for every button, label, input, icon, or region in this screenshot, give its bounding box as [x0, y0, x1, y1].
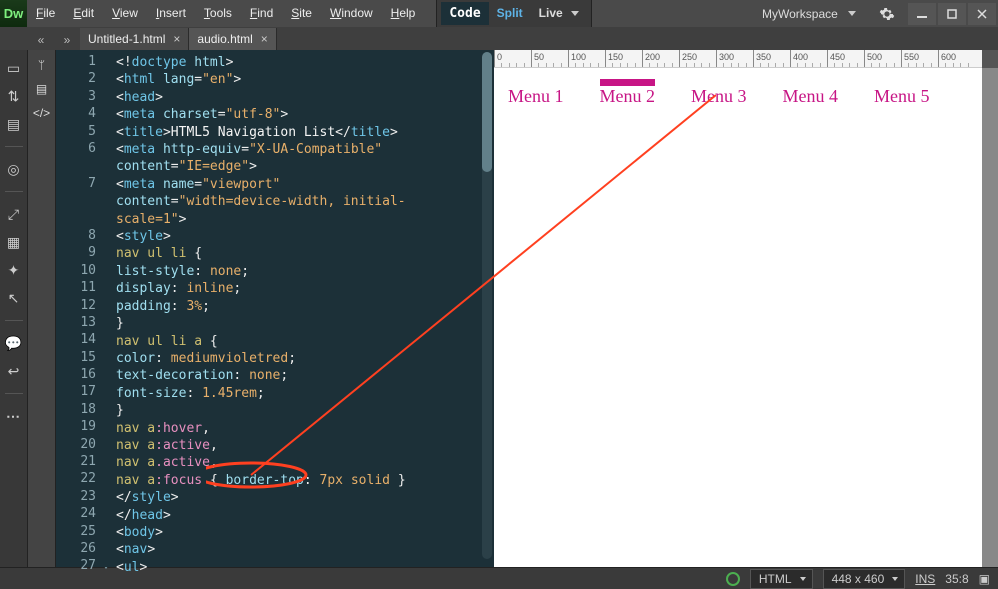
app-logo[interactable]: Dw	[0, 0, 27, 27]
menu-window[interactable]: Window	[321, 0, 382, 27]
source-code-icon[interactable]: </>	[33, 106, 50, 120]
preview-nav-link[interactable]: Menu 5	[874, 86, 930, 107]
line-gutter[interactable]: 1234567891011121314151617181920212223242…	[56, 50, 102, 567]
workspace-switcher[interactable]: MyWorkspace	[754, 0, 874, 27]
preview-nav-link[interactable]: Menu 1	[508, 86, 564, 107]
file-new-icon[interactable]: ▭	[4, 58, 24, 78]
code-editor-pane: 1234567891011121314151617181920212223242…	[56, 50, 494, 567]
view-code-button[interactable]: Code	[441, 2, 488, 25]
preview-resize-handle[interactable]	[982, 50, 998, 68]
comment-icon[interactable]: 💬	[4, 333, 24, 353]
menu-find[interactable]: Find	[241, 0, 282, 27]
main-menu-bar: FileEditViewInsertToolsFindSiteWindowHel…	[27, 0, 424, 27]
menu-tools[interactable]: Tools	[195, 0, 241, 27]
window-close-icon[interactable]	[968, 3, 996, 25]
window-minimize-icon[interactable]	[908, 3, 936, 25]
dom-tree-icon[interactable]: ᛘ	[38, 58, 45, 72]
document-tab-bar: Untitled-1.html×audio.html×	[0, 27, 998, 50]
live-preview-pane: 050100150200250300350400450500550600 Men…	[494, 50, 998, 567]
view-switch: Code Split Live	[436, 0, 591, 27]
horizontal-ruler: 050100150200250300350400450500550600	[494, 50, 998, 68]
panel-collapse-left-icon[interactable]: «	[28, 29, 54, 50]
close-tab-icon[interactable]: ×	[261, 32, 268, 46]
preview-body[interactable]: Menu 1 Menu 2 Menu 3 Menu 4 Menu 5	[494, 68, 998, 567]
menu-site[interactable]: Site	[282, 0, 321, 27]
status-insert-mode[interactable]: INS	[915, 572, 935, 586]
file-manage-icon[interactable]: ▤	[4, 114, 24, 134]
expand-icon[interactable]: ⤢	[4, 204, 24, 224]
menu-file[interactable]: File	[27, 0, 64, 27]
more-icon[interactable]: ⋯	[4, 406, 24, 426]
git-icon[interactable]: ⇅	[4, 86, 24, 106]
preview-nav-menu: Menu 1Menu 2Menu 3Menu 4Menu 5	[508, 86, 984, 107]
view-split-button[interactable]: Split	[489, 2, 531, 25]
panel-collapse-right-icon[interactable]: »	[54, 29, 80, 50]
menu-insert[interactable]: Insert	[147, 0, 195, 27]
status-ok-icon	[726, 572, 740, 586]
status-size-select[interactable]: 448 x 460	[823, 569, 906, 589]
status-panel-toggle-icon[interactable]: ▣	[979, 572, 990, 586]
preview-scrollbar[interactable]	[982, 68, 998, 567]
target-icon[interactable]: ◎	[4, 159, 24, 179]
doctab[interactable]: Untitled-1.html×	[80, 28, 189, 50]
doctab[interactable]: audio.html×	[189, 28, 276, 50]
status-language-select[interactable]: HTML	[750, 569, 813, 589]
window-maximize-icon[interactable]	[938, 3, 966, 25]
view-live-button[interactable]: Live	[531, 2, 587, 25]
doc-toolbar: ᛘ ▤ </>	[28, 50, 56, 567]
related-files-icon[interactable]: ▤	[36, 82, 47, 96]
close-tab-icon[interactable]: ×	[173, 32, 180, 46]
menu-help[interactable]: Help	[382, 0, 425, 27]
preview-nav-link[interactable]: Menu 3	[691, 86, 747, 107]
status-cursor-position: 35:8	[945, 572, 968, 586]
grid-icon[interactable]: ▦	[4, 232, 24, 252]
editor-scrollbar-thumb[interactable]	[482, 52, 492, 172]
settings-gear-icon[interactable]	[874, 0, 900, 27]
menu-view[interactable]: View	[103, 0, 147, 27]
pointer-icon[interactable]: ↖	[4, 288, 24, 308]
preview-nav-link[interactable]: Menu 2	[600, 79, 656, 107]
menu-edit[interactable]: Edit	[64, 0, 103, 27]
preview-nav-link[interactable]: Menu 4	[783, 86, 839, 107]
code-area[interactable]: <!doctype html> <html lang="en"> <head> …	[102, 50, 494, 567]
wand-icon[interactable]: ✦	[4, 260, 24, 280]
status-bar: HTML 448 x 460 INS 35:8 ▣	[0, 567, 998, 589]
app-toolbar: ▭ ⇅ ▤ ◎ ⤢ ▦ ✦ ↖ 💬 ↩ ⋯	[0, 50, 28, 567]
wrap-icon[interactable]: ↩	[4, 361, 24, 381]
